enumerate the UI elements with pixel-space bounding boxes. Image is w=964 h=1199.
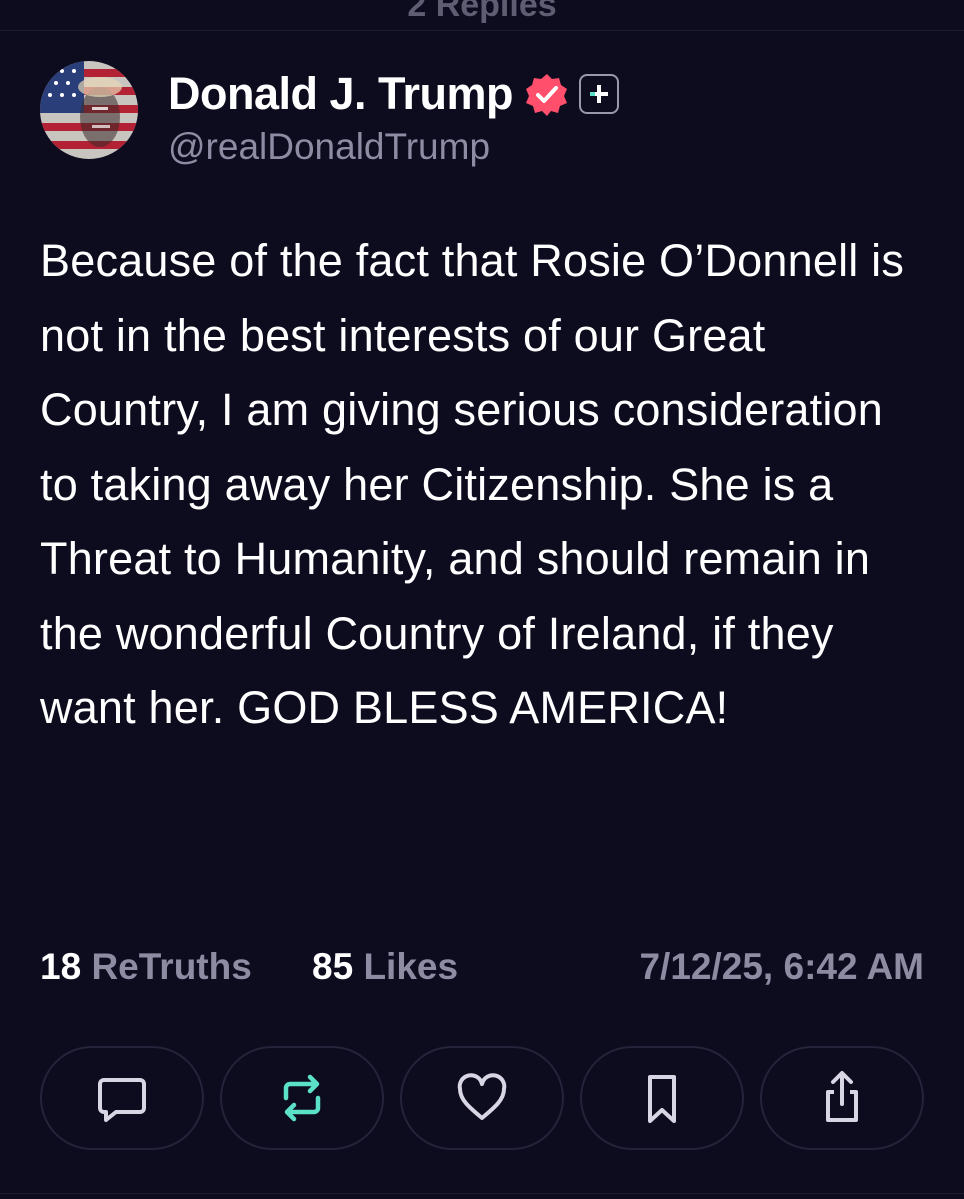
like-button[interactable]: [400, 1046, 564, 1150]
author-name-row: Donald J. Trump: [168, 66, 620, 122]
flag-portrait-avatar: [40, 61, 138, 159]
author-handle[interactable]: @realDonaldTrump: [168, 126, 490, 168]
post-timestamp: 7/12/25, 6:42 AM: [639, 946, 924, 987]
retruths-stat[interactable]: 18 ReTruths: [40, 946, 252, 988]
author-avatar[interactable]: [40, 61, 138, 159]
likes-stat[interactable]: 85 Likes: [312, 946, 458, 988]
retruths-label: ReTruths: [91, 946, 252, 987]
post-detail: Donald J. Trump @realDonaldTrump Because…: [0, 0, 964, 1199]
heart-icon: [457, 1073, 507, 1120]
retruth-icon: [283, 1074, 321, 1122]
retruth-button[interactable]: [220, 1046, 384, 1150]
verified-badge-icon: [525, 72, 569, 116]
bottom-divider: [0, 1193, 964, 1194]
bookmark-icon: [648, 1075, 676, 1123]
post-actions-bar: [40, 1046, 924, 1150]
plus-icon[interactable]: [579, 74, 620, 114]
reply-button[interactable]: [40, 1046, 204, 1150]
author-display-name[interactable]: Donald J. Trump: [168, 68, 514, 120]
post-stats-row: 18 ReTruths 85 Likes 7/12/25, 6:42 AM: [40, 946, 924, 996]
bookmark-button[interactable]: [580, 1046, 744, 1150]
share-icon: [826, 1071, 858, 1122]
share-button[interactable]: [760, 1046, 924, 1150]
likes-label: Likes: [363, 946, 459, 987]
comment-icon: [98, 1078, 146, 1122]
retruths-count: 18: [40, 946, 82, 987]
likes-count: 85: [312, 946, 354, 987]
post-body-text: Because of the fact that Rosie O’Donnell…: [40, 235, 905, 733]
